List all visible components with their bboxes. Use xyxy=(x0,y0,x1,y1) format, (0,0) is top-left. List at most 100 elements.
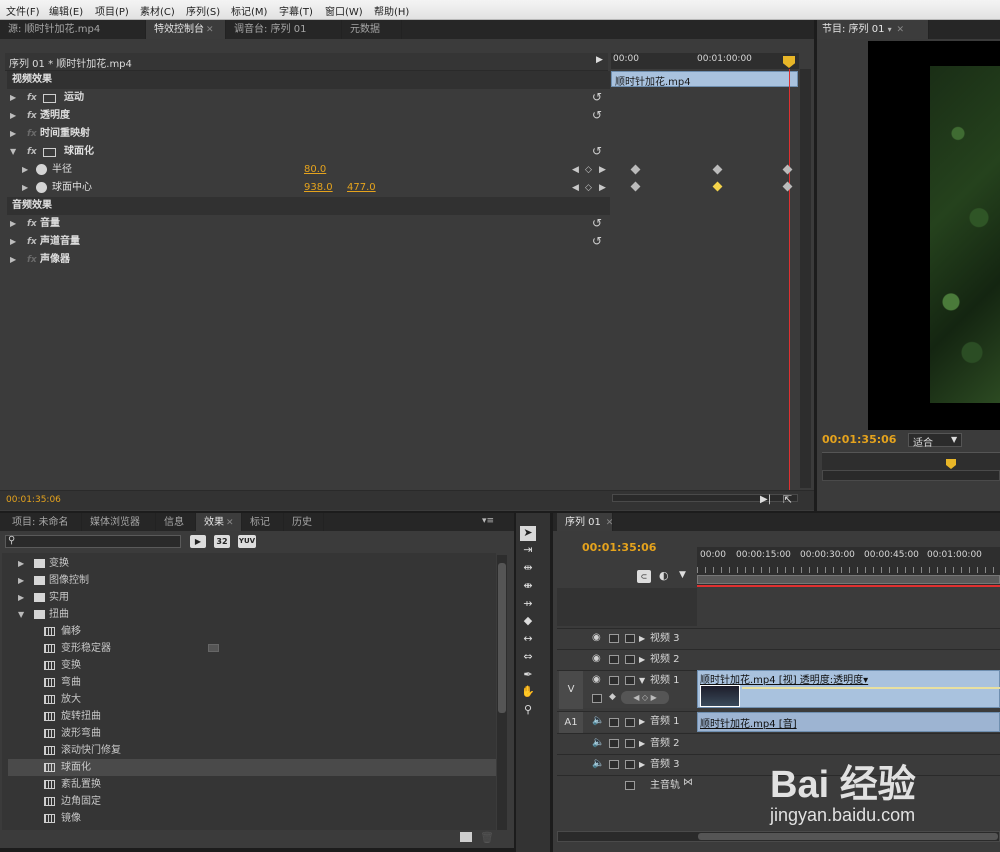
track-lock-icon[interactable] xyxy=(625,718,635,727)
video-clip[interactable]: 顺时针加花.mp4 [视] 透明度:透明度▾ xyxy=(697,670,1000,708)
slip-tool-icon[interactable]: ↔ xyxy=(520,632,536,647)
close-icon[interactable]: ✕ xyxy=(603,518,614,528)
expand-triangle-icon[interactable]: ▶ xyxy=(10,89,16,107)
slide-tool-icon[interactable]: ⇔ xyxy=(520,650,536,665)
program-playhead-icon[interactable] xyxy=(946,459,956,469)
export-icon[interactable]: ⇱ xyxy=(783,493,792,506)
close-icon[interactable]: ✕ xyxy=(894,25,905,35)
effects-search-input[interactable]: ⚲ xyxy=(5,535,181,548)
program-zoom-bar[interactable] xyxy=(822,470,1000,481)
track-lock-icon[interactable] xyxy=(625,634,635,643)
trash-icon[interactable]: 🗑 xyxy=(480,831,494,844)
track-lock-icon[interactable] xyxy=(625,676,635,685)
tab-project[interactable]: 项目: 未命名 xyxy=(4,513,82,532)
fx-icon[interactable]: fx xyxy=(27,107,37,125)
list-item-effect[interactable]: 紊乱置换 xyxy=(8,776,496,793)
eye-icon[interactable]: ◉ xyxy=(592,632,601,643)
timeline-timecode[interactable]: 00:01:35:06 xyxy=(582,541,656,554)
reset-icon[interactable]: ↺ xyxy=(592,232,602,250)
collapse-triangle-icon[interactable]: ▼ xyxy=(18,606,34,623)
list-item-effect-selected[interactable]: 球面化 xyxy=(8,759,496,776)
list-item-folder[interactable]: ▶ 变换 xyxy=(8,555,496,572)
radius-value[interactable]: 80.0 xyxy=(304,161,326,179)
speaker-icon[interactable]: 🔈 xyxy=(592,758,604,769)
collapse-triangle-icon[interactable]: ▼ xyxy=(10,143,16,161)
effect-row-panner[interactable]: ▶ fx 声像器 xyxy=(7,251,610,269)
menu-file[interactable]: 文件(F) xyxy=(6,3,40,18)
keyframe-toggle-icon[interactable]: ◆ xyxy=(609,692,616,702)
expand-triangle-icon[interactable]: ▶ xyxy=(18,572,34,589)
sync-lock-icon[interactable] xyxy=(609,718,619,727)
menu-edit[interactable]: 编辑(E) xyxy=(49,3,83,18)
next-keyframe-icon[interactable]: ▶ xyxy=(599,161,606,179)
tab-menu-icon[interactable]: ▾ xyxy=(888,25,892,34)
reset-icon[interactable]: ↺ xyxy=(592,142,602,160)
eye-icon[interactable]: ◉ xyxy=(592,653,601,664)
rate-stretch-tool-icon[interactable]: ⇸ xyxy=(520,597,536,612)
32bit-effects-icon[interactable]: 32 xyxy=(214,535,230,548)
accelerated-effects-icon[interactable]: ▶ xyxy=(190,535,206,548)
hand-tool-icon[interactable]: ✋ xyxy=(520,685,536,700)
ec-scrollbar[interactable] xyxy=(800,69,811,488)
timeline-ruler[interactable]: 00:00 00:00:15:00 00:00:30:00 00:00:45:0… xyxy=(697,547,1000,587)
tab-audio-mixer[interactable]: 调音台: 序列 01 xyxy=(226,20,342,39)
list-item-effect[interactable]: 弯曲 xyxy=(8,674,496,691)
menu-help[interactable]: 帮助(H) xyxy=(374,3,409,18)
center-y-value[interactable]: 477.0 xyxy=(347,179,376,197)
eye-icon[interactable]: ◉ xyxy=(592,674,601,685)
list-item-folder[interactable]: ▶ 实用 xyxy=(8,589,496,606)
effect-row-time-remap[interactable]: ▶ fx 时间重映射 xyxy=(7,125,610,143)
track-lock-icon[interactable] xyxy=(625,781,635,790)
expand-triangle-icon[interactable]: ▶ xyxy=(10,251,16,269)
fit-dropdown[interactable]: 适合 ▼ xyxy=(908,433,962,449)
tab-sequence[interactable]: 序列 01 ✕ xyxy=(557,513,613,532)
marker-icon[interactable]: ▼ xyxy=(679,570,686,580)
selection-tool-icon[interactable]: ➤ xyxy=(520,526,536,541)
reset-icon[interactable]: ↺ xyxy=(592,88,602,106)
motion-transform-icon[interactable] xyxy=(43,94,56,103)
effects-scrollbar[interactable] xyxy=(497,555,507,830)
keyframe-nav-icon[interactable]: ◀ ◇ ▶ xyxy=(621,691,669,704)
expand-triangle-icon[interactable]: ▶ xyxy=(639,629,645,649)
menu-window[interactable]: 窗口(W) xyxy=(325,3,363,18)
param-row-radius[interactable]: ▶ 半径 80.0 ◀ ◇ ▶ xyxy=(7,161,610,179)
program-mini-timeline[interactable] xyxy=(822,452,1000,470)
prev-keyframe-icon[interactable]: ◀ xyxy=(572,179,579,197)
sync-lock-icon[interactable] xyxy=(609,634,619,643)
display-style-icon[interactable] xyxy=(592,694,602,703)
expand-triangle-icon[interactable]: ▶ xyxy=(10,215,16,233)
ripple-edit-tool-icon[interactable]: ⇹ xyxy=(520,561,536,576)
track-lock-icon[interactable] xyxy=(625,760,635,769)
reset-icon[interactable]: ↺ xyxy=(592,214,602,232)
tab-info[interactable]: 信息 xyxy=(156,513,196,532)
effect-row-volume[interactable]: ▶ fx 音量 ↺ xyxy=(7,215,610,233)
ec-ruler[interactable]: 00:00 00:01:00:00 xyxy=(611,53,799,69)
list-item-folder[interactable]: ▶ 图像控制 xyxy=(8,572,496,589)
expand-triangle-icon[interactable]: ▶ xyxy=(10,233,16,251)
effect-row-opacity[interactable]: ▶ fx 透明度 ↺ xyxy=(7,107,610,125)
new-bin-icon[interactable] xyxy=(460,832,472,842)
list-item-effect[interactable]: 变形稳定器 xyxy=(8,640,496,657)
expand-triangle-icon[interactable]: ▶ xyxy=(639,755,645,775)
stopwatch-icon[interactable] xyxy=(36,164,47,175)
effect-row-motion[interactable]: ▶ fx 运动 ↺ xyxy=(7,89,610,107)
play-only-icon[interactable]: ▶ xyxy=(596,55,603,65)
list-item-effect[interactable]: 镜像 xyxy=(8,810,496,827)
track-lock-icon[interactable] xyxy=(625,739,635,748)
tab-program[interactable]: 节目: 序列 01 ▾ ✕ xyxy=(817,20,929,39)
speaker-icon[interactable]: 🔈 xyxy=(592,715,604,726)
menu-project[interactable]: 项目(P) xyxy=(95,3,129,18)
add-keyframe-icon[interactable]: ◇ xyxy=(585,161,592,179)
effect-row-channel-volume[interactable]: ▶ fx 声道音量 ↺ xyxy=(7,233,610,251)
audio-clip[interactable]: 顺时针加花.mp4 [音] xyxy=(697,712,1000,732)
list-item-effect[interactable]: 偏移 xyxy=(8,623,496,640)
collapse-triangle-icon[interactable]: ▼ xyxy=(639,671,645,691)
fx-icon[interactable]: fx xyxy=(27,143,37,161)
speaker-icon[interactable]: 🔈 xyxy=(592,737,604,748)
fx-icon[interactable]: fx xyxy=(27,89,37,107)
expand-triangle-icon[interactable]: ▶ xyxy=(10,125,16,143)
sync-lock-icon[interactable] xyxy=(609,676,619,685)
fx-icon[interactable]: fx xyxy=(27,233,37,251)
menu-title[interactable]: 字幕(T) xyxy=(279,3,313,18)
expand-triangle-icon[interactable]: ▶ xyxy=(22,179,28,197)
